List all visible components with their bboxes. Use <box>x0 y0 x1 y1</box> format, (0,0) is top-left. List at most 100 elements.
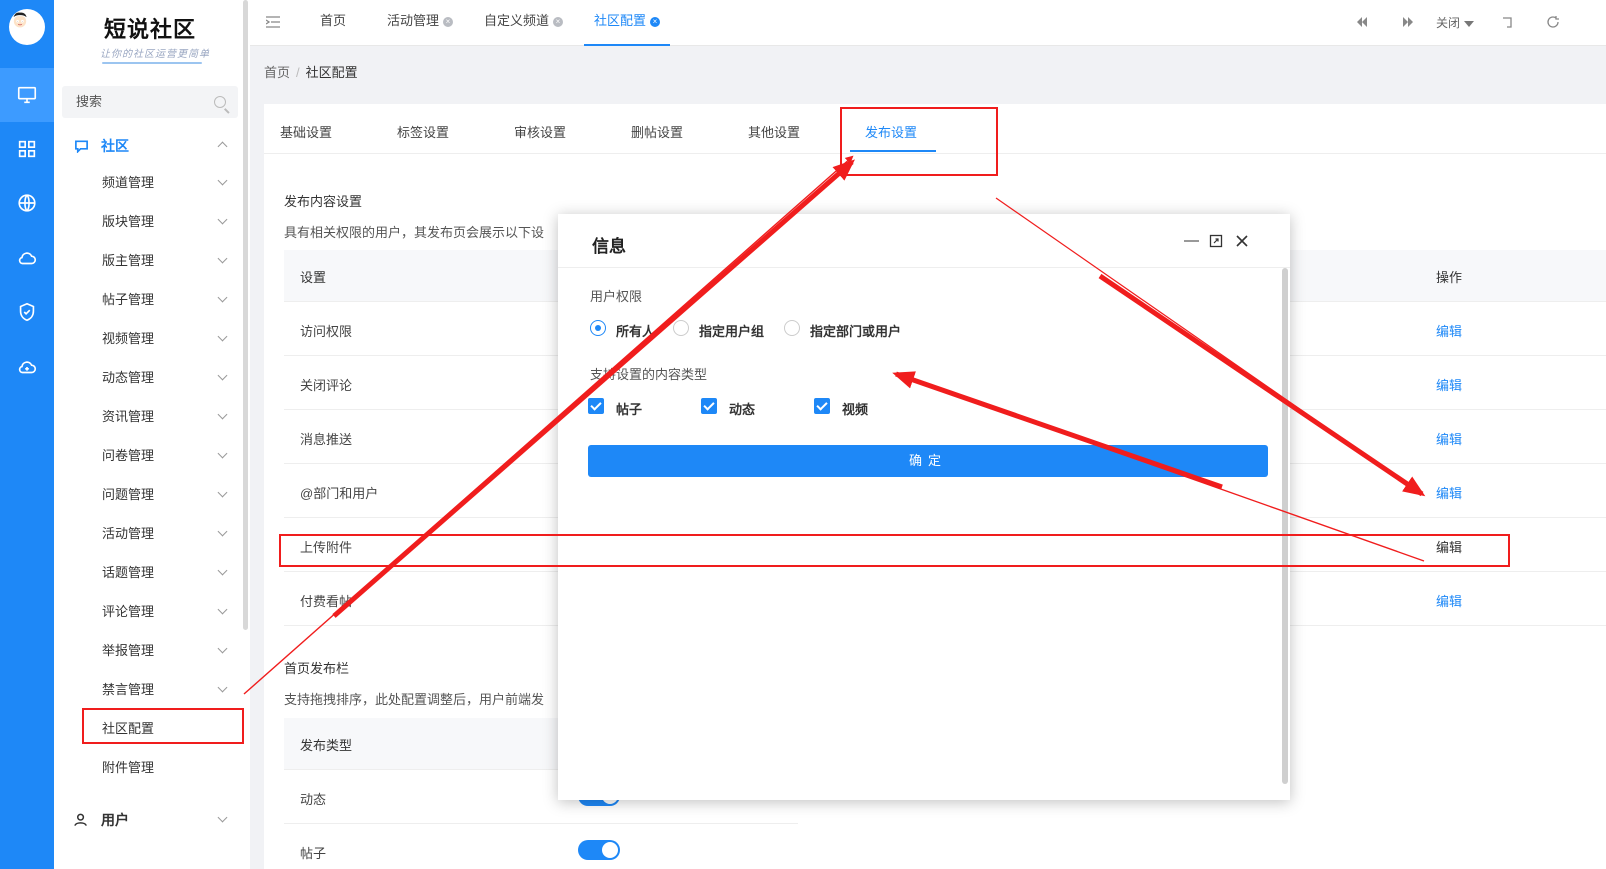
edit-link[interactable]: 编辑 <box>1436 483 1462 502</box>
checkbox-checked[interactable] <box>814 398 830 414</box>
monitor-icon[interactable] <box>0 68 54 122</box>
sidebar-item-label: 附件管理 <box>102 760 155 775</box>
group-user[interactable]: 用户 <box>54 800 250 840</box>
chevron-down-icon <box>217 565 228 576</box>
sidebar-item[interactable]: 问卷管理 <box>54 436 250 475</box>
radio-circle-checked[interactable] <box>590 320 606 336</box>
radio-user-group[interactable]: 指定用户组 <box>673 320 764 340</box>
avatar[interactable] <box>9 9 45 45</box>
maximize-icon[interactable] <box>1209 234 1223 248</box>
sidebar-item[interactable]: 资讯管理 <box>54 397 250 436</box>
top-tab-bar: 首页 活动管理 × 自定义频道 × 社区配置 × 关闭 <box>250 0 1606 46</box>
edit-link[interactable]: 编辑 <box>1436 375 1462 394</box>
checkbox-label: 视频 <box>842 402 869 417</box>
sidebar-item[interactable]: 活动管理 <box>54 514 250 553</box>
radio-everyone[interactable]: 所有人 <box>590 320 655 340</box>
sidebar-item[interactable]: 动态管理 <box>54 358 250 397</box>
sidebar-item-label: 禁言管理 <box>102 682 155 697</box>
chat-icon <box>75 140 88 153</box>
checkbox-post[interactable]: 帖子 <box>588 398 643 418</box>
tab-other[interactable]: 其他设置 <box>748 122 800 141</box>
col-setting: 设置 <box>300 270 327 285</box>
sidebar-item[interactable]: 帖子管理 <box>54 280 250 319</box>
col-type: 发布类型 <box>300 738 353 753</box>
row-label: 关闭评论 <box>300 378 353 393</box>
shield-icon[interactable] <box>0 285 54 339</box>
edit-link[interactable]: 编辑 <box>1436 591 1462 610</box>
sidebar-item[interactable]: 版块管理 <box>54 202 250 241</box>
sidebar-item[interactable]: 举报管理 <box>54 631 250 670</box>
checkbox-label: 帖子 <box>616 402 643 417</box>
chevron-down-icon <box>217 604 228 615</box>
fullscreen-exit-icon[interactable] <box>1501 16 1513 28</box>
checkbox-dynamic[interactable]: 动态 <box>701 398 755 418</box>
sidebar-item[interactable]: 话题管理 <box>54 553 250 592</box>
sidebar-item[interactable]: 频道管理 <box>54 163 250 202</box>
checkbox-checked[interactable] <box>588 398 604 414</box>
chevron-down-icon <box>217 643 228 654</box>
close-icon[interactable]: × <box>553 16 564 27</box>
sidebar-item-label: 视频管理 <box>102 331 155 346</box>
sidebar-item-label: 频道管理 <box>102 175 155 190</box>
minimize-icon[interactable]: — <box>1184 233 1199 248</box>
confirm-button[interactable]: 确定 <box>588 445 1268 477</box>
tab-custom-channel[interactable]: 自定义频道 × <box>484 0 564 46</box>
caret-down-icon <box>1464 20 1475 27</box>
radio-circle[interactable] <box>784 320 800 336</box>
cloud-icon[interactable] <box>0 231 54 285</box>
chevron-down-icon <box>217 487 228 498</box>
group-community[interactable]: 社区 <box>54 126 250 166</box>
scroll-right-icon[interactable] <box>1402 17 1414 27</box>
cloud-sync-icon[interactable] <box>0 340 54 394</box>
info-dialog: 信息 — 用户权限 所有人 指定用户组 指定部门或用户 支持设置的内容类型 帖子… <box>558 214 1290 800</box>
radio-dept-or-user[interactable]: 指定部门或用户 <box>784 320 901 340</box>
table-row: 帖子 <box>284 824 798 869</box>
sidebar-item-label: 版块管理 <box>102 214 155 229</box>
sidebar-item-label: 活动管理 <box>102 526 155 541</box>
row-label: 帖子 <box>300 846 327 861</box>
section-desc: 支持拖拽排序，此处配置调整后，用户前端发 <box>284 692 545 707</box>
breadcrumb: 首页 / 社区配置 <box>264 62 358 81</box>
radio-circle[interactable] <box>673 320 689 336</box>
sidebar-item-label: 举报管理 <box>102 643 155 658</box>
breadcrumb-current: 社区配置 <box>305 65 358 80</box>
edit-link[interactable]: 编辑 <box>1436 321 1462 340</box>
tab-community-config[interactable]: 社区配置 × <box>584 0 671 46</box>
close-menu[interactable]: 关闭 <box>1436 14 1475 31</box>
sidebar-item-label: 评论管理 <box>102 604 155 619</box>
breadcrumb-home[interactable]: 首页 <box>264 65 290 80</box>
group-user-label: 用户 <box>101 812 129 828</box>
sidebar-item[interactable]: 版主管理 <box>54 241 250 280</box>
globe-icon[interactable] <box>0 176 54 230</box>
tab-delete[interactable]: 删帖设置 <box>631 122 683 141</box>
tab-review[interactable]: 审核设置 <box>514 122 566 141</box>
section-title: 首页发布栏 <box>284 661 350 676</box>
chevron-down-icon <box>217 370 228 381</box>
sidebar-item[interactable]: 问题管理 <box>54 475 250 514</box>
menu-fold-icon[interactable] <box>266 16 280 28</box>
dialog-scrollbar[interactable] <box>1282 268 1288 784</box>
scroll-left-icon[interactable] <box>1356 17 1368 27</box>
sidebar-item[interactable]: 视频管理 <box>54 319 250 358</box>
sidebar-item[interactable]: 评论管理 <box>54 592 250 631</box>
sidebar-search[interactable]: 搜索 <box>62 86 238 118</box>
grid-icon[interactable] <box>0 122 54 176</box>
close-icon[interactable] <box>1235 234 1249 248</box>
close-icon[interactable]: × <box>650 16 661 27</box>
highlight-sidebar-config <box>82 708 244 744</box>
checkbox-video[interactable]: 视频 <box>814 398 869 418</box>
tab-activity[interactable]: 活动管理 × <box>387 0 454 46</box>
refresh-icon[interactable] <box>1546 15 1560 29</box>
chevron-down-icon <box>217 448 228 459</box>
sidebar-item[interactable]: 禁言管理 <box>54 670 250 709</box>
tab-tags[interactable]: 标签设置 <box>397 122 449 141</box>
sidebar-item-attachments[interactable]: 附件管理 <box>54 748 250 787</box>
edit-link[interactable]: 编辑 <box>1436 429 1462 448</box>
close-icon[interactable]: × <box>443 16 454 27</box>
tab-home[interactable]: 首页 <box>320 0 346 46</box>
logo-underline <box>102 62 202 64</box>
toggle-switch[interactable] <box>578 840 620 860</box>
group-community-label: 社区 <box>101 138 129 154</box>
checkbox-checked[interactable] <box>701 398 717 414</box>
tab-basic[interactable]: 基础设置 <box>280 122 332 141</box>
